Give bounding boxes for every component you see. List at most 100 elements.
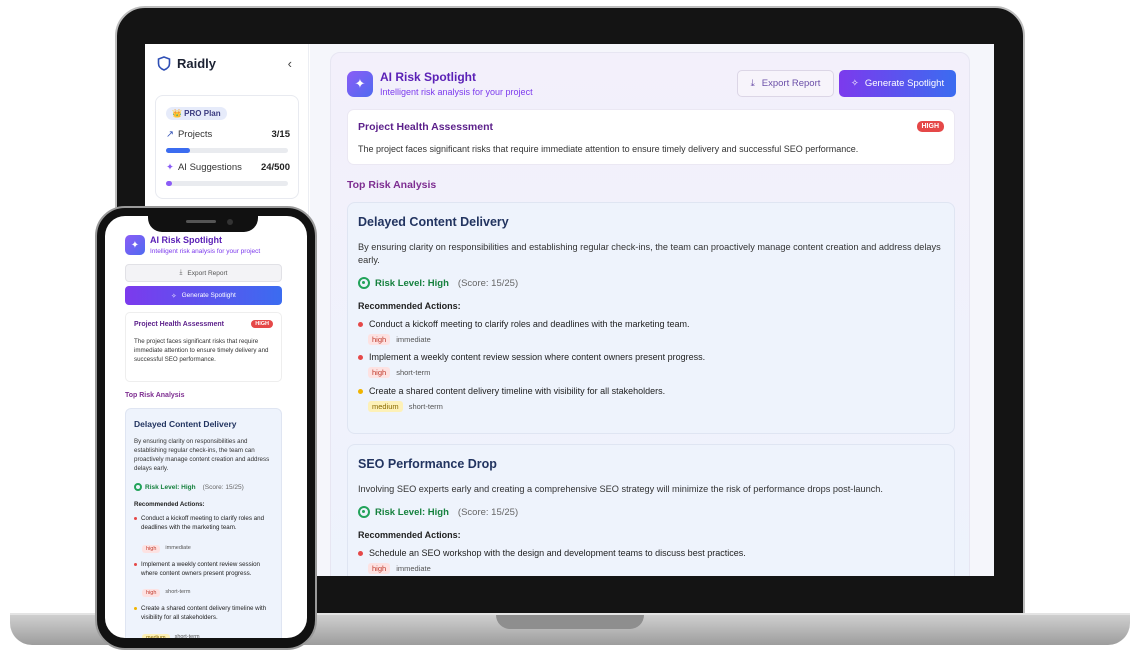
- priority-dot-icon: [134, 563, 137, 566]
- section-title: Top Risk Analysis: [347, 179, 437, 191]
- action-tags: high short-term: [368, 367, 430, 378]
- export-report-button[interactable]: ⤓ Export Report: [125, 264, 282, 282]
- usage-label: Projects: [177, 129, 213, 140]
- action-text: Conduct a kickoff meeting to clarify rol…: [369, 319, 690, 329]
- laptop-notch: [496, 615, 644, 629]
- health-title: Project Health Assessment: [134, 321, 224, 328]
- brand-name: Raidly: [177, 56, 217, 71]
- sparkles-icon: ✧: [850, 78, 859, 89]
- device-mockup-stage: Raidly ‹ 👑 PRO Plan ↗ Projects 3/15 ✦ AI S…: [0, 0, 1140, 650]
- risk-card: Delayed Content Delivery By ensuring cla…: [125, 408, 282, 638]
- generate-spotlight-button[interactable]: ✧ Generate Spotlight: [839, 70, 956, 97]
- plan-badge: 👑 PRO Plan: [166, 107, 227, 120]
- usage-ai-suggestions: ✦ AI Suggestions 24/500: [166, 162, 290, 173]
- action-item: Implement a weekly content review sessio…: [358, 352, 705, 362]
- generate-label: Generate Spotlight: [864, 78, 945, 89]
- risk-level-text: Risk Level: High: [375, 277, 449, 289]
- export-report-button[interactable]: ⤓ Export Report: [737, 70, 834, 97]
- risk-description: By ensuring clarity on responsibilities …: [358, 242, 941, 265]
- risk-level-text: Risk Level: High: [145, 483, 196, 491]
- health-assessment-card: Project Health Assessment HIGH The proje…: [125, 312, 282, 382]
- generate-label: Generate Spotlight: [181, 292, 236, 299]
- priority-tag: medium: [142, 634, 170, 638]
- action-tags: high immediate: [142, 545, 191, 553]
- action-item: Create a shared content delivery timelin…: [134, 604, 276, 622]
- action-text: Conduct a kickoff meeting to clarify rol…: [141, 515, 265, 531]
- timeline-tag: short-term: [396, 368, 431, 377]
- phone-camera: [227, 219, 233, 225]
- page-subtitle: Intelligent risk analysis for your proje…: [150, 248, 261, 255]
- risk-description: By ensuring clarity on responsibilities …: [134, 438, 270, 472]
- action-text: Create a shared content delivery timelin…: [141, 605, 267, 621]
- status-badge: HIGH: [916, 121, 944, 132]
- check-circle-icon: [358, 506, 370, 518]
- recommended-actions-label: Recommended Actions:: [358, 301, 461, 311]
- risk-score: (Score: 15/25): [202, 483, 244, 491]
- risk-level: Risk Level: High (Score: 15/25): [358, 277, 518, 289]
- risk-spotlight-panel: ✦ AI Risk Spotlight Intelligent risk ana…: [330, 52, 970, 576]
- risk-card: SEO Performance Drop Involving SEO exper…: [347, 444, 955, 576]
- timeline-tag: immediate: [396, 335, 431, 344]
- suggestions-progress-fill: [166, 181, 173, 186]
- health-text: The project faces significant risks that…: [134, 338, 269, 363]
- risk-title: SEO Performance Drop: [358, 457, 497, 471]
- timeline-tag: immediate: [165, 545, 191, 551]
- action-tags: high immediate: [368, 334, 431, 345]
- status-badge: HIGH: [251, 320, 273, 328]
- action-text: Implement a weekly content review sessio…: [369, 352, 706, 362]
- risk-description: Involving SEO experts early and creating…: [358, 484, 883, 494]
- action-item: Implement a weekly content review sessio…: [134, 560, 276, 578]
- action-tags: medium short-term: [368, 401, 443, 412]
- timeline-tag: short-term: [174, 634, 200, 638]
- priority-tag: high: [368, 367, 391, 378]
- main-content: ✦ AI Risk Spotlight Intelligent risk ana…: [310, 44, 994, 576]
- risk-level-text: Risk Level: High: [375, 506, 449, 518]
- usage-label: AI Suggestions: [177, 162, 242, 173]
- risk-score: (Score: 15/25): [457, 277, 519, 289]
- download-icon: ⤓: [179, 269, 183, 276]
- priority-tag: high: [142, 545, 161, 553]
- health-title: Project Health Assessment: [358, 121, 493, 133]
- action-tags: high short-term: [142, 589, 190, 597]
- brand[interactable]: Raidly: [157, 56, 216, 71]
- timeline-tag: short-term: [408, 402, 443, 411]
- priority-dot-icon: [358, 321, 363, 327]
- priority-dot-icon: [358, 388, 363, 394]
- usage-value: 24/500: [260, 162, 290, 173]
- priority-dot-icon: [134, 517, 137, 520]
- projects-progress-bar: [166, 148, 288, 153]
- risk-card: Delayed Content Delivery By ensuring cla…: [347, 202, 955, 434]
- export-label: Export Report: [187, 269, 228, 277]
- risk-score: (Score: 15/25): [457, 506, 519, 518]
- page-title: AI Risk Spotlight: [380, 70, 476, 84]
- chevron-left-icon[interactable]: ‹: [288, 56, 292, 71]
- usage-projects: ↗ Projects 3/15: [166, 129, 290, 140]
- usage-value: 3/15: [271, 129, 291, 140]
- check-circle-icon: [134, 483, 142, 491]
- risk-title: Delayed Content Delivery: [134, 419, 237, 429]
- download-icon: ⤓: [750, 78, 755, 89]
- action-tags: medium short-term: [142, 634, 200, 638]
- health-text: The project faces significant risks that…: [358, 144, 859, 154]
- priority-dot-icon: [358, 550, 363, 556]
- phone-speaker: [186, 220, 216, 223]
- check-circle-icon: [358, 277, 370, 289]
- risk-title: Delayed Content Delivery: [358, 215, 509, 229]
- shield-icon: [157, 56, 171, 71]
- action-text: Create a shared content delivery timelin…: [369, 386, 666, 396]
- priority-tag: high: [142, 589, 161, 597]
- suggestions-progress-bar: [166, 181, 288, 186]
- section-title: Top Risk Analysis: [125, 392, 185, 399]
- trend-up-icon: ↗: [166, 129, 174, 140]
- recommended-actions-label: Recommended Actions:: [134, 501, 205, 508]
- priority-tag: high: [368, 334, 391, 345]
- sparkles-icon: ✦: [166, 162, 174, 173]
- generate-spotlight-button[interactable]: ✧ Generate Spotlight: [125, 286, 282, 305]
- sparkles-icon: ✧: [171, 292, 177, 300]
- phone-screen: ✦ AI Risk Spotlight Intelligent risk ana…: [105, 216, 307, 638]
- risk-level: Risk Level: High (Score: 15/25): [134, 483, 244, 491]
- risk-level: Risk Level: High (Score: 15/25): [358, 506, 518, 518]
- priority-tag: medium: [368, 401, 403, 412]
- priority-tag: high: [368, 563, 391, 574]
- page-subtitle: Intelligent risk analysis for your proje…: [380, 87, 533, 97]
